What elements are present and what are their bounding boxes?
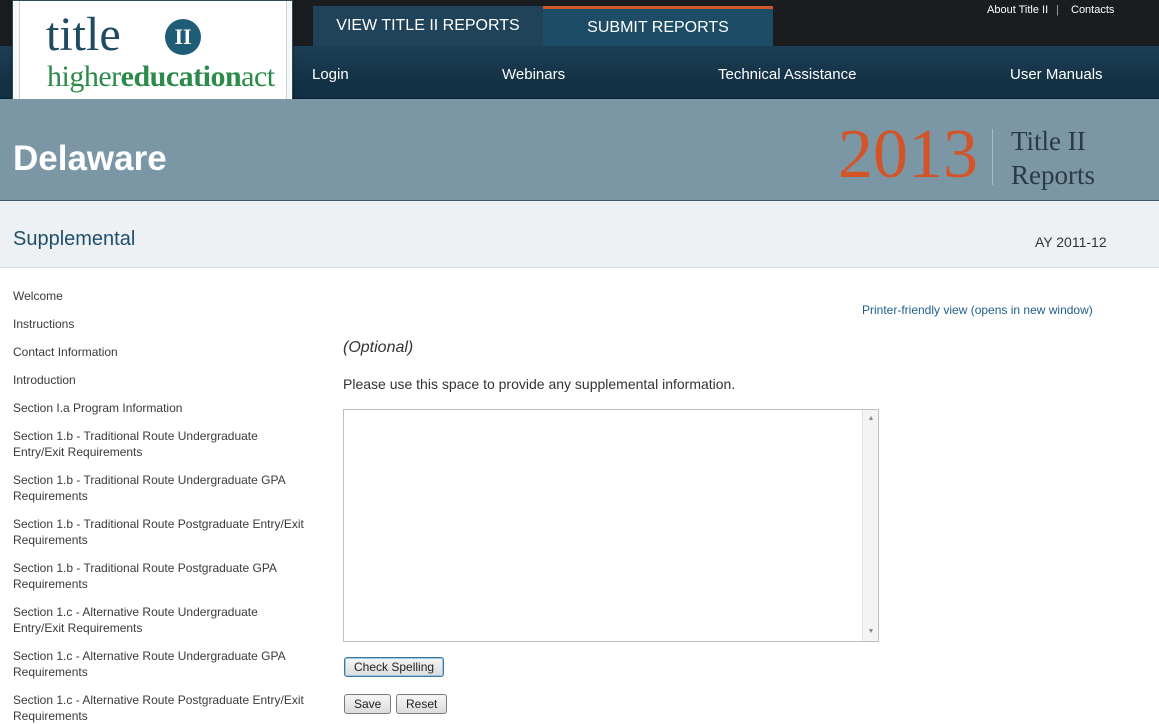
sidebar-item-section-1b-trad-ug-gpa[interactable]: Section 1.b - Traditional Route Undergra… xyxy=(13,472,308,504)
site-logo[interactable]: title II highereducationact xyxy=(12,0,293,113)
logo-hea-suffix: act xyxy=(241,60,275,93)
textarea-scrollbar[interactable]: ▲ ▼ xyxy=(862,410,878,641)
state-banner: Delaware 2013 Title II Reports xyxy=(0,99,1159,201)
sidebar-nav: Welcome Instructions Contact Information… xyxy=(13,288,313,724)
academic-year: AY 2011-12 xyxy=(1035,234,1107,250)
sidebar-item-introduction[interactable]: Introduction xyxy=(13,372,308,388)
logo-hea-prefix: higher xyxy=(47,60,121,93)
utility-separator: | xyxy=(1056,4,1059,16)
nav-technical-assistance[interactable]: Technical Assistance xyxy=(718,66,856,83)
sidebar-item-contact-information[interactable]: Contact Information xyxy=(13,344,308,360)
check-spelling-button[interactable]: Check Spelling xyxy=(344,657,445,677)
page-title: Supplemental xyxy=(13,228,136,250)
supplemental-textarea-frame: ▲ ▼ xyxy=(343,409,879,642)
sidebar-item-section-1c-alt-ug-gpa[interactable]: Section 1.c - Alternative Route Undergra… xyxy=(13,648,308,680)
tab-submit-reports[interactable]: SUBMIT REPORTS xyxy=(543,6,773,46)
sidebar-item-section-1c-alt-ug-entry-exit[interactable]: Section 1.c - Alternative Route Undergra… xyxy=(13,604,308,636)
nav-webinars[interactable]: Webinars xyxy=(502,66,565,83)
state-name: Delaware xyxy=(13,139,167,178)
optional-label: (Optional) xyxy=(343,339,414,356)
reset-button[interactable]: Reset xyxy=(396,694,448,714)
about-title-ii-link[interactable]: About Title II xyxy=(987,4,1048,16)
logo-hea-wordmark: highereducationact xyxy=(47,60,275,94)
nav-login[interactable]: Login xyxy=(312,66,349,83)
contacts-link[interactable]: Contacts xyxy=(1071,4,1114,16)
save-button[interactable]: Save xyxy=(344,694,392,714)
section-header: Supplemental AY 2011-12 xyxy=(0,201,1159,268)
report-title-line1: Title II xyxy=(1011,126,1086,156)
scroll-up-icon[interactable]: ▲ xyxy=(863,412,879,426)
instructions-text: Please use this space to provide any sup… xyxy=(343,376,736,392)
page: VIEW TITLE II REPORTS SUBMIT REPORTS Abo… xyxy=(0,0,1159,724)
sidebar-item-section-1b-trad-pg-gpa[interactable]: Section 1.b - Traditional Route Postgrad… xyxy=(13,560,308,592)
logo-badge-icon: II xyxy=(165,19,201,55)
sidebar-item-section-1a[interactable]: Section I.a Program Information xyxy=(13,400,308,416)
nav-user-manuals[interactable]: User Manuals xyxy=(1010,66,1103,83)
logo-title-word: title xyxy=(46,8,121,61)
report-title-line2: Reports xyxy=(1011,160,1095,190)
sidebar-item-section-1c-alt-pg-entry-exit[interactable]: Section 1.c - Alternative Route Postgrad… xyxy=(13,692,308,724)
printer-friendly-link[interactable]: Printer-friendly view (opens in new wind… xyxy=(862,303,1093,317)
sidebar-item-section-1b-trad-pg-entry-exit[interactable]: Section 1.b - Traditional Route Postgrad… xyxy=(13,516,308,548)
sidebar-item-welcome[interactable]: Welcome xyxy=(13,288,308,304)
tab-view-title-ii-reports[interactable]: VIEW TITLE II REPORTS xyxy=(313,6,543,46)
sidebar-item-instructions[interactable]: Instructions xyxy=(13,316,308,332)
banner-divider xyxy=(992,129,993,185)
report-year: 2013 xyxy=(838,116,978,193)
scroll-down-icon[interactable]: ▼ xyxy=(863,625,879,639)
supplemental-textarea[interactable] xyxy=(344,410,862,641)
report-title: Title II Reports xyxy=(1011,124,1095,192)
sidebar-item-section-1b-trad-ug-entry-exit[interactable]: Section 1.b - Traditional Route Undergra… xyxy=(13,428,308,460)
logo-hea-bold: education xyxy=(120,60,242,93)
logo-panel: title II highereducationact xyxy=(19,1,287,107)
